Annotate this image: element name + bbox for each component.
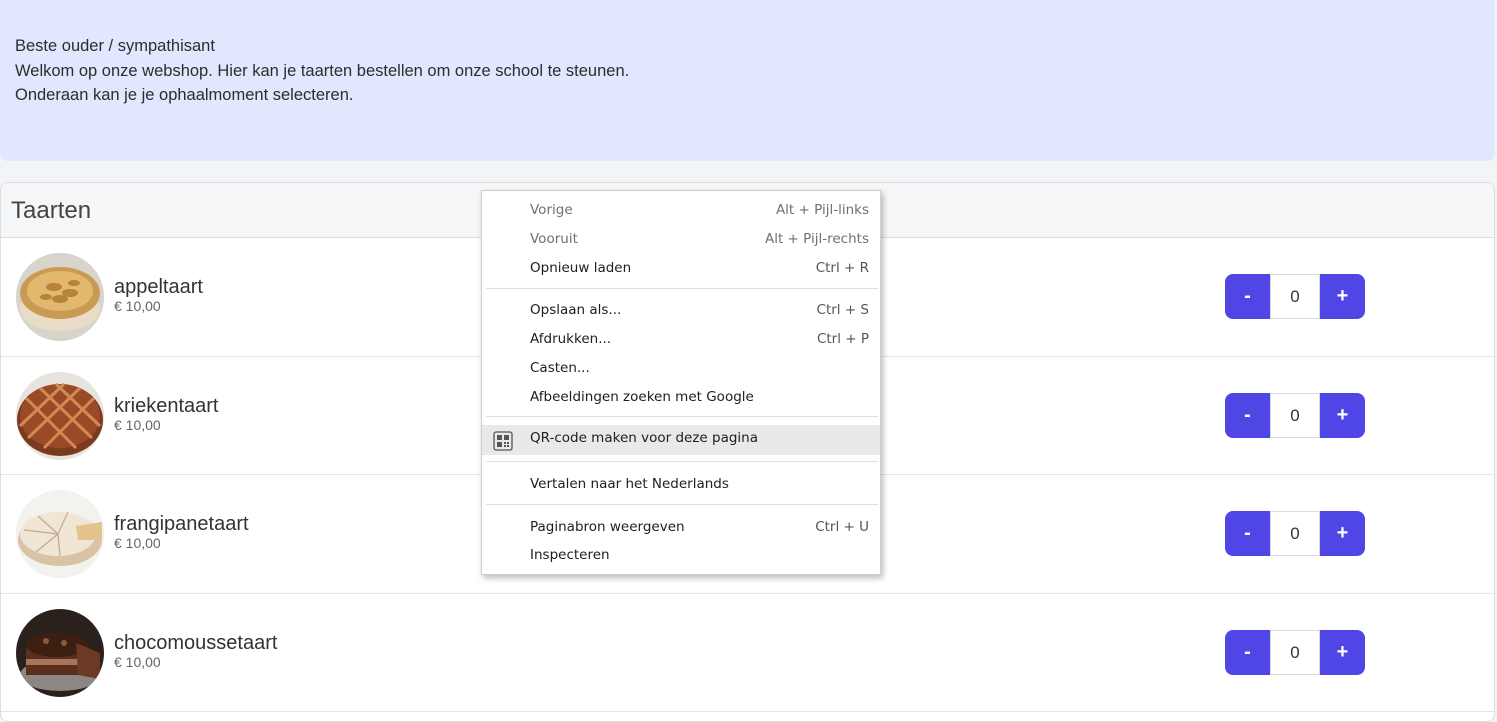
product-row: chocomoussetaart € 10,00 - 0 + <box>1 594 1494 712</box>
product-image <box>16 608 104 697</box>
menu-item-label: Afbeeldingen zoeken met Google <box>530 389 754 405</box>
menu-item-shortcut: Ctrl + P <box>816 331 869 347</box>
menu-item-label: Opnieuw laden <box>530 260 632 276</box>
menu-item-back[interactable]: Vorige Alt + Pijl-links <box>482 197 880 226</box>
product-image <box>16 371 104 460</box>
menu-item-label: Vertalen naar het Nederlands <box>530 476 729 492</box>
product-price: € 10,00 <box>114 416 161 433</box>
product-price: € 10,00 <box>114 535 161 551</box>
menu-item-shortcut: Ctrl + U <box>815 519 869 535</box>
welcome-line: Welkom op onze webshop. Hier kan je taar… <box>15 61 630 80</box>
qr-code-icon <box>493 431 513 451</box>
welcome-banner: Beste ouder / sympathisant Welkom op onz… <box>0 0 1495 161</box>
menu-item-reload[interactable]: Opnieuw laden Ctrl + R <box>482 255 880 284</box>
menu-item-cast[interactable]: Casten... <box>482 355 880 384</box>
product-image <box>16 253 104 341</box>
quantity-input[interactable]: 0 <box>1270 274 1320 319</box>
menu-item-translate[interactable]: Vertalen naar het Nederlands <box>482 471 880 500</box>
increase-button[interactable]: + <box>1320 392 1365 438</box>
context-menu: Vorige Alt + Pijl-links Vooruit Alt + Pi… <box>481 190 881 575</box>
menu-item-label: Vorige <box>530 202 573 218</box>
menu-separator <box>486 504 878 505</box>
menu-item-qr-code[interactable]: QR-code maken voor deze pagina <box>482 425 880 455</box>
menu-item-inspect[interactable]: Inspecteren <box>482 542 880 571</box>
quantity-stepper: - 0 + <box>1225 629 1365 675</box>
product-price: € 10,00 <box>114 653 161 670</box>
menu-separator <box>486 288 878 289</box>
menu-item-label: Vooruit <box>530 231 578 247</box>
menu-item-forward[interactable]: Vooruit Alt + Pijl-rechts <box>482 226 880 255</box>
product-name: appeltaart <box>114 276 203 298</box>
product-image <box>16 490 104 578</box>
quantity-input[interactable]: 0 <box>1270 392 1320 438</box>
menu-item-save-as[interactable]: Opslaan als... Ctrl + S <box>482 297 880 326</box>
menu-item-shortcut: Alt + Pijl-links <box>775 202 869 218</box>
decrease-button[interactable]: - <box>1225 274 1270 319</box>
quantity-stepper: - 0 + <box>1225 392 1365 438</box>
menu-item-print[interactable]: Afdrukken... Ctrl + P <box>482 326 880 355</box>
menu-item-view-source[interactable]: Paginabron weergeven Ctrl + U <box>482 514 880 543</box>
product-name: frangipanetaart <box>114 513 249 535</box>
decrease-button[interactable]: - <box>1225 629 1270 675</box>
menu-separator <box>486 461 878 462</box>
menu-item-label: Paginabron weergeven <box>530 519 685 535</box>
product-name: chocomoussetaart <box>114 631 278 654</box>
menu-item-shortcut: Alt + Pijl-rechts <box>764 231 869 247</box>
menu-item-search-images[interactable]: Afbeeldingen zoeken met Google <box>482 384 880 413</box>
quantity-stepper: - 0 + <box>1225 274 1365 319</box>
decrease-button[interactable]: - <box>1225 511 1270 556</box>
menu-item-label: Opslaan als... <box>530 302 622 318</box>
welcome-line: Beste ouder / sympathisant <box>15 37 215 55</box>
menu-item-shortcut: Ctrl + R <box>815 260 869 276</box>
menu-item-label: Afdrukken... <box>530 331 612 347</box>
increase-button[interactable]: + <box>1320 511 1365 556</box>
product-price: € 10,00 <box>114 298 161 314</box>
increase-button[interactable]: + <box>1320 629 1365 675</box>
menu-item-shortcut: Ctrl + S <box>816 302 869 318</box>
welcome-line: Onderaan kan je je ophaalmoment selecter… <box>15 86 354 104</box>
decrease-button[interactable]: - <box>1225 392 1270 438</box>
menu-item-label: Inspecteren <box>530 547 610 563</box>
increase-button[interactable]: + <box>1320 274 1365 319</box>
product-name: kriekentaart <box>114 394 219 417</box>
menu-item-label: Casten... <box>530 360 590 376</box>
menu-separator <box>486 416 878 417</box>
quantity-input[interactable]: 0 <box>1270 511 1320 556</box>
menu-item-label: QR-code maken voor deze pagina <box>530 430 758 446</box>
quantity-input[interactable]: 0 <box>1270 629 1320 675</box>
quantity-stepper: - 0 + <box>1225 511 1365 556</box>
